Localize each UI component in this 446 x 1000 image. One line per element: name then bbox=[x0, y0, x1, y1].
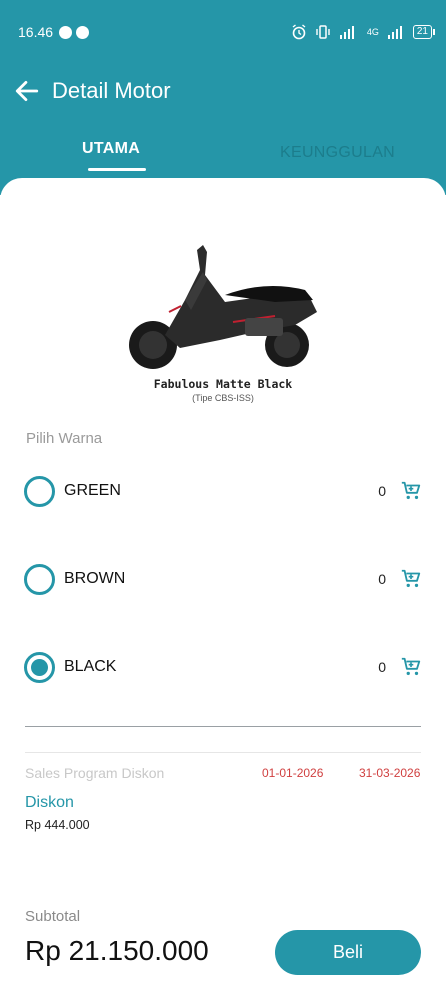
radio-button[interactable] bbox=[24, 475, 55, 507]
whatsapp-icon bbox=[59, 25, 73, 39]
color-name: BROWN bbox=[64, 570, 126, 587]
page-title: Detail Motor bbox=[52, 78, 171, 103]
color-name: BLACK bbox=[64, 658, 117, 675]
app-bar: Detail Motor bbox=[14, 78, 171, 104]
header: 16.46 4G 21 Detail Motor UTAMA KEUNGGULA… bbox=[0, 0, 446, 195]
status-time: 16.46 bbox=[18, 24, 54, 40]
back-arrow-icon[interactable] bbox=[14, 78, 40, 104]
network-type: 4G bbox=[366, 27, 379, 37]
subtotal-value: Rp 21.150.000 bbox=[25, 935, 209, 966]
message-icon bbox=[76, 25, 90, 39]
sales-program-label: Sales Program Diskon bbox=[25, 765, 165, 781]
tab-bar: UTAMA KEUNGGULAN bbox=[0, 136, 446, 176]
diskon-label: Diskon bbox=[25, 794, 74, 811]
product-type: (Tipe CBS-ISS) bbox=[192, 393, 254, 403]
battery-level: 21 bbox=[416, 26, 428, 37]
status-bar: 16.46 4G 21 bbox=[18, 22, 436, 42]
signal-icon bbox=[339, 26, 354, 39]
vibrate-icon bbox=[316, 25, 330, 39]
color-option-green[interactable]: GREEN 0 bbox=[24, 471, 422, 511]
radio-button[interactable] bbox=[24, 563, 55, 595]
diskon-value: Rp 444.000 bbox=[25, 818, 90, 832]
color-quantity: 0 bbox=[378, 571, 386, 587]
signal-icon bbox=[387, 26, 402, 39]
motorcycle-image bbox=[129, 245, 317, 369]
color-name: GREEN bbox=[64, 482, 121, 499]
cart-icon[interactable] bbox=[400, 480, 422, 502]
color-option-black[interactable]: BLACK 0 bbox=[24, 647, 422, 687]
subtotal-label: Subtotal bbox=[25, 908, 81, 925]
sales-program-end-date: 31-03-2026 bbox=[359, 766, 421, 780]
alarm-icon bbox=[292, 24, 306, 40]
tab-keunggulan[interactable]: KEUNGGULAN bbox=[280, 144, 395, 162]
notification-icons bbox=[59, 25, 90, 39]
divider bbox=[25, 726, 421, 727]
color-quantity: 0 bbox=[378, 483, 386, 499]
color-quantity: 0 bbox=[378, 659, 386, 675]
color-section-label: Pilih Warna bbox=[26, 430, 103, 447]
sales-program-start-date: 01-01-2026 bbox=[262, 766, 324, 780]
radio-button-selected[interactable] bbox=[24, 651, 55, 683]
tab-utama[interactable]: UTAMA bbox=[82, 140, 147, 171]
cart-icon[interactable] bbox=[400, 656, 422, 678]
product-name: Fabulous Matte Black bbox=[153, 377, 293, 391]
color-option-brown[interactable]: BROWN 0 bbox=[24, 559, 422, 599]
cart-icon[interactable] bbox=[400, 568, 422, 590]
status-icons: 4G 21 bbox=[291, 24, 436, 40]
divider bbox=[25, 752, 421, 753]
battery-icon: 21 bbox=[412, 25, 436, 39]
buy-button[interactable]: Beli bbox=[275, 930, 421, 975]
